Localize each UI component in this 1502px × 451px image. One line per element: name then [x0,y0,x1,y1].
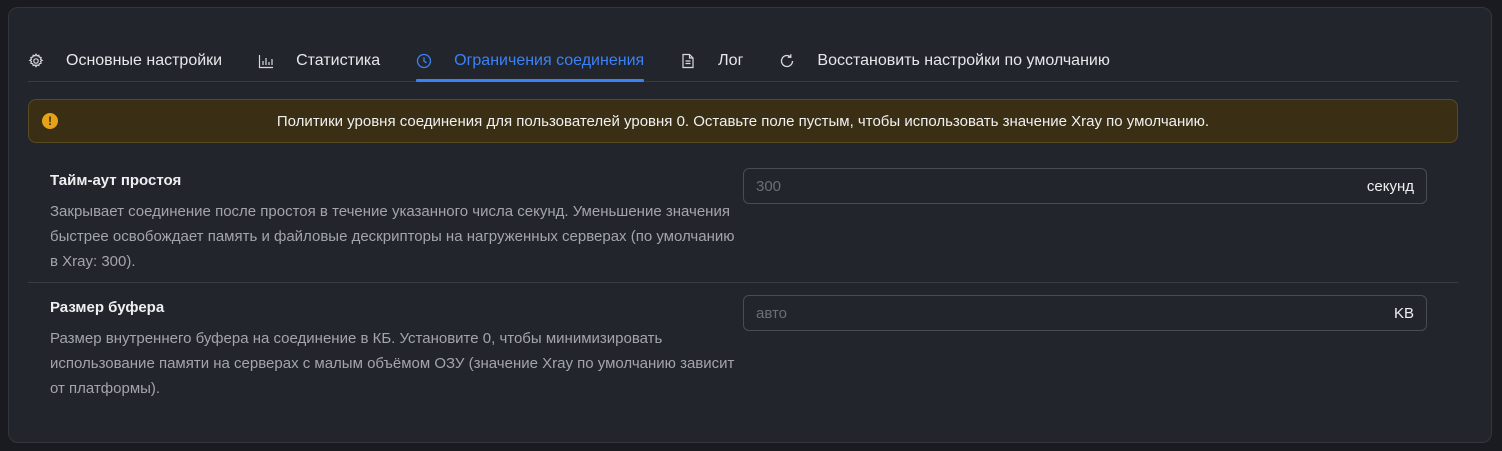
gear-icon [28,53,44,69]
tab-connection-limits[interactable]: Ограничения соединения [416,40,645,82]
tab-label: Лог [718,52,744,69]
buffer-size-input[interactable] [744,295,1394,331]
setting-title: Размер буфера [50,299,165,316]
reset-icon [779,53,795,69]
tab-bar: Основные настройки Статистика Ограничени… [28,40,1458,82]
bar-chart-icon [258,53,274,69]
buffer-size-field: KB [743,295,1427,331]
tab-label: Ограничения соединения [454,52,645,69]
setting-row-idle-timeout: Тайм-аут простоя Закрывает соединение по… [28,165,1458,283]
idle-timeout-input[interactable] [744,168,1367,204]
tab-log[interactable]: Лог [680,40,743,80]
setting-description: Размер внутреннего буфера на соединение … [50,330,735,397]
alert-text: Политики уровня соединения для пользоват… [276,112,1210,130]
clock-icon [416,53,432,69]
idle-timeout-field: секунд [743,168,1427,204]
document-icon [680,53,696,69]
tab-general-settings[interactable]: Основные настройки [28,40,222,80]
input-suffix: секунд [1366,177,1414,195]
setting-description: Закрывает соединение после простоя в теч… [50,203,735,270]
tab-label: Основные настройки [66,52,223,69]
info-alert: ! Политики уровня соединения для пользов… [28,99,1458,143]
setting-row-buffer-size: Размер буфера Размер внутреннего буфера … [28,292,1458,402]
tab-restore-defaults[interactable]: Восстановить настройки по умолчанию [779,40,1110,80]
tab-label: Восстановить настройки по умолчанию [817,52,1110,69]
setting-title: Тайм-аут простоя [50,172,182,189]
tab-statistics[interactable]: Статистика [258,40,380,80]
input-suffix: KB [1393,304,1414,322]
tab-label: Статистика [296,52,381,69]
exclamation-icon: ! [42,113,58,129]
